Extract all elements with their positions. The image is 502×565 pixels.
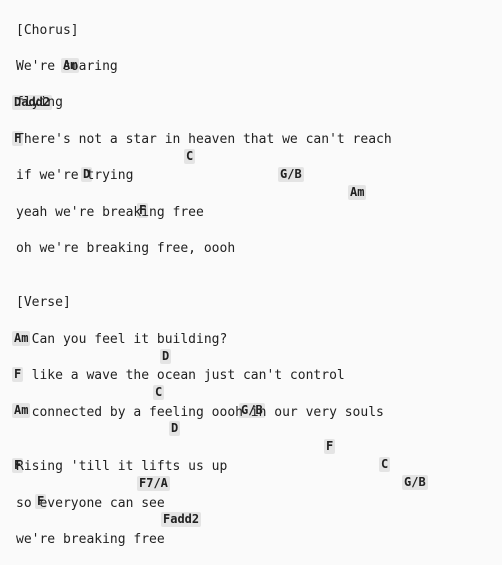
lyric-line: flying [16, 95, 63, 110]
chord: C [379, 457, 391, 472]
chord: G/B [402, 475, 428, 490]
lyric-line: so everyone can see [16, 496, 165, 511]
chord-sheet: [Chorus] Am We're soaring Dadd2 flying F… [0, 0, 502, 565]
chord-line: F Fadd2 [0, 476, 202, 527]
lyric-line: There's not a star in heaven that we can… [16, 132, 392, 147]
chord: Fadd2 [161, 512, 202, 527]
lyric-line: we're breaking free [16, 532, 165, 547]
chord-line: Am [0, 40, 80, 73]
lyric-line: if we're trying [16, 168, 134, 183]
chord: F [324, 439, 336, 454]
lyric-line: Rising 'till it lifts us up [16, 459, 228, 474]
section-heading-chorus: [Chorus] [16, 23, 79, 38]
chord: G/B [278, 167, 304, 182]
chord-line: F F7/A [0, 440, 170, 491]
chord-line: Dadd2 [0, 77, 53, 110]
lyric-line: like a wave the ocean just can't control [16, 368, 345, 383]
chord-line: Am D [0, 313, 172, 364]
chord-line: Am D F C G/B [0, 385, 428, 490]
lyric-line: We're soaring [16, 59, 118, 74]
chord: Am [348, 185, 367, 200]
chord: C [153, 385, 165, 400]
chord-line: F [0, 185, 149, 218]
chord: C [184, 149, 196, 164]
lyric-line: connected by a feeling oooh in our very … [16, 405, 384, 420]
chord: D [160, 349, 172, 364]
chord-line: D [0, 149, 93, 182]
section-heading-verse: [Verse] [16, 295, 71, 310]
chord: F7/A [137, 476, 170, 491]
chord-line: F C G/B [0, 349, 265, 418]
lyric-line: oh we're breaking free, oooh [16, 241, 236, 256]
chord: D [169, 421, 181, 436]
lyric-line: Can you feel it building? [16, 332, 228, 347]
chord-line: F C G/B Am [0, 113, 367, 200]
lyric-line: yeah we're breaking free [16, 205, 204, 220]
